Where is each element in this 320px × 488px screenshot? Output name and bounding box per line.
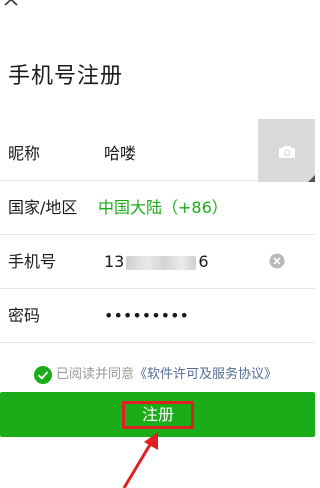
password-row: 密码 ••••••••• <box>0 289 315 343</box>
phone-redacted <box>126 255 197 270</box>
agreement-row: 已阅读并同意《软件许可及服务协议》 <box>34 366 277 384</box>
register-screen: 手机号注册 昵称 哈喽 国家/地区 中国大陆（+86） 手机号 13 6 密码 … <box>0 0 315 488</box>
avatar-upload[interactable] <box>258 119 315 182</box>
annotation-arrow-icon <box>122 432 158 488</box>
phone-label: 手机号 <box>8 252 57 271</box>
nickname-input[interactable]: 哈喽 <box>104 127 244 180</box>
phone-input[interactable]: 13 6 <box>104 235 209 288</box>
region-value[interactable]: 中国大陆（+86） <box>98 181 228 234</box>
password-input[interactable]: ••••••••• <box>104 289 189 342</box>
region-row[interactable]: 国家/地区 中国大陆（+86） <box>0 181 315 235</box>
agreement-text: 已阅读并同意 <box>56 367 135 382</box>
page-title: 手机号注册 <box>8 64 124 89</box>
nickname-label: 昵称 <box>8 144 41 163</box>
agreement-link[interactable]: 《软件许可及服务协议》 <box>134 367 277 382</box>
check-circle-icon[interactable] <box>34 366 52 384</box>
camera-icon <box>279 146 295 158</box>
register-form: 昵称 哈喽 国家/地区 中国大陆（+86） 手机号 13 6 密码 ••••••… <box>0 119 315 343</box>
phone-suffix: 6 <box>198 252 209 271</box>
phone-prefix: 13 <box>104 252 125 271</box>
register-button-label[interactable]: 注册 <box>122 401 194 429</box>
nickname-row: 昵称 哈喽 <box>0 119 315 182</box>
phone-row: 手机号 13 6 <box>0 235 315 289</box>
close-icon[interactable] <box>2 0 20 8</box>
password-label: 密码 <box>8 306 41 325</box>
clear-icon[interactable] <box>269 253 285 269</box>
region-label: 国家/地区 <box>8 198 78 217</box>
